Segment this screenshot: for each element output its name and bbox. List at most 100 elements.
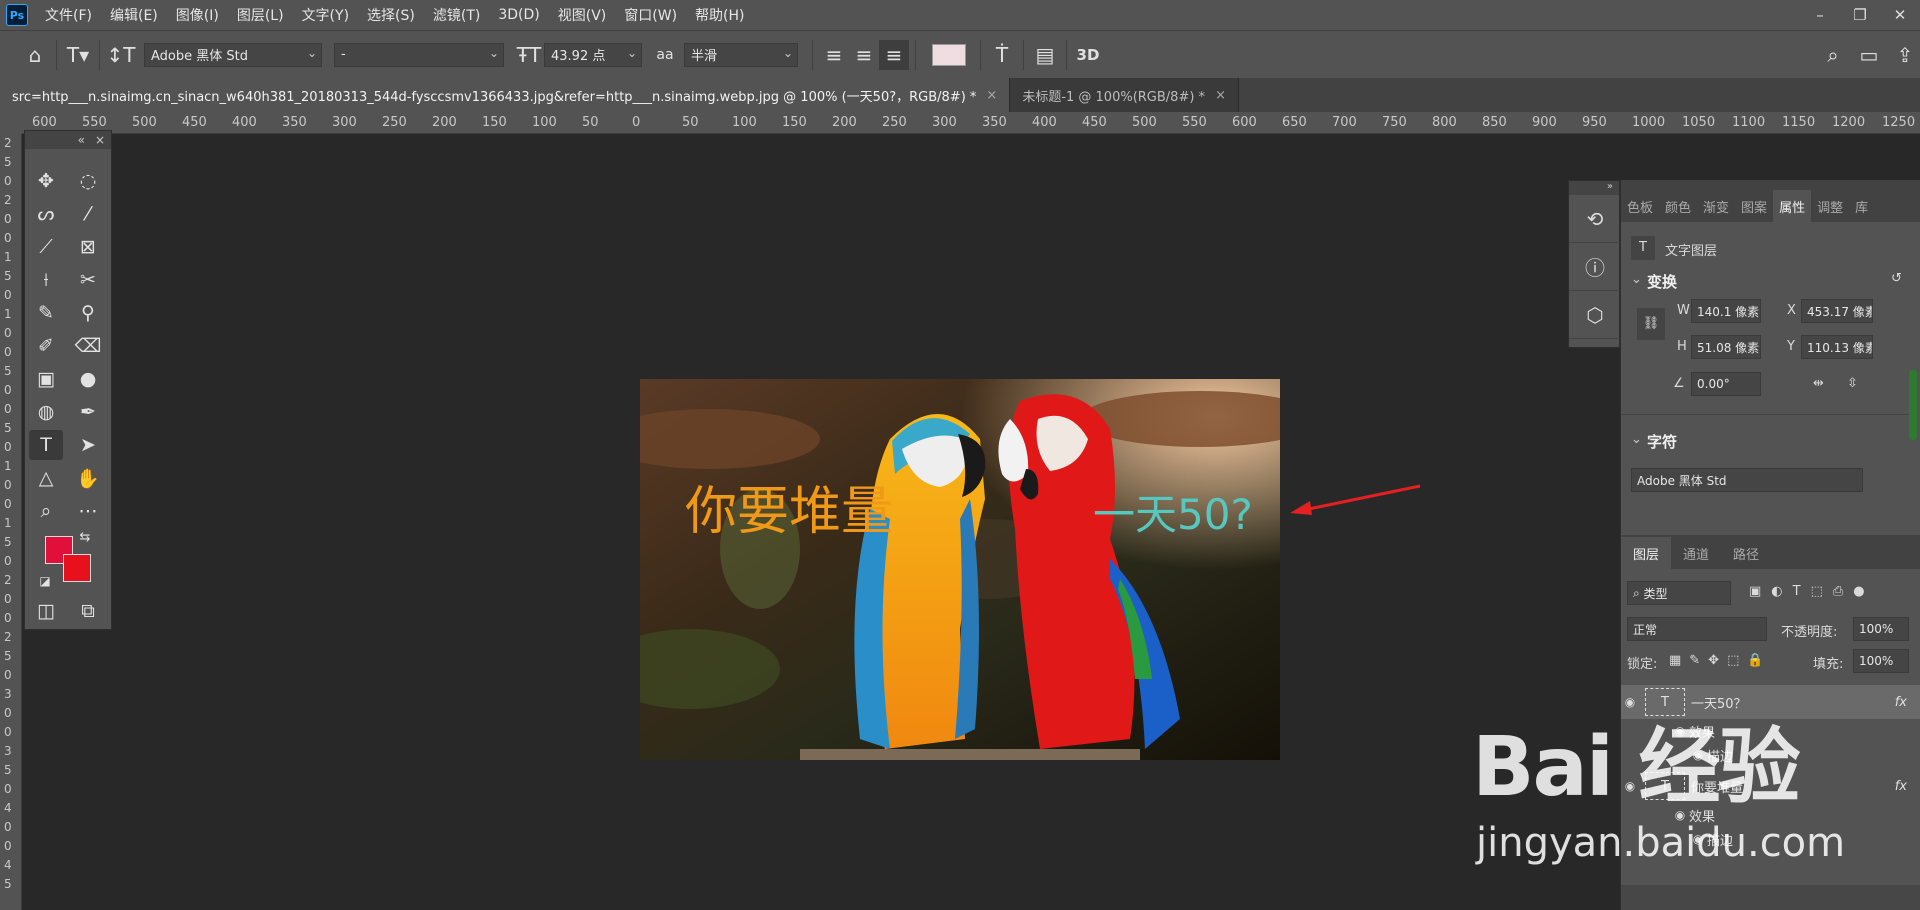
menu-window[interactable]: 窗口(W) [624, 5, 677, 25]
close-button[interactable]: ✕ [1880, 0, 1920, 30]
frame-tool-icon[interactable]: ⊠ [71, 232, 105, 262]
canvas-image[interactable]: 你要堆量 一天50? [640, 379, 1280, 760]
menu-filter[interactable]: 滤镜(T) [433, 5, 480, 25]
more-tools-icon[interactable]: ⋯ [71, 496, 105, 526]
character-panel-icon[interactable]: ▤ [1030, 40, 1060, 70]
dock-collapse-icon[interactable]: » [1569, 181, 1619, 195]
height-input[interactable]: 51.08 像素 [1691, 335, 1761, 359]
background-color[interactable] [63, 554, 91, 582]
angle-input[interactable]: 0.00° [1691, 372, 1761, 396]
3d-panel-icon[interactable]: ⬡ [1569, 291, 1621, 339]
zoom-tool-icon[interactable]: ⌕ [29, 496, 63, 526]
minimize-button[interactable]: – [1800, 0, 1840, 30]
font-family-select[interactable]: Adobe 黑体 Std ⌄ [144, 42, 322, 67]
tab-libraries[interactable]: 库 [1849, 190, 1874, 222]
align-left-icon[interactable]: ≡ [819, 40, 849, 70]
default-colors-icon[interactable]: ◪ [35, 571, 55, 591]
lock-icons[interactable]: ▦✎✥⬚🔒 [1669, 653, 1772, 668]
canvas-text-layer-a[interactable]: 你要堆量 [685, 482, 893, 542]
magic-wand-tool-icon[interactable]: ⁄ [71, 199, 105, 229]
text-orientation-icon[interactable]: ↕T [106, 40, 136, 70]
menu-file[interactable]: 文件(F) [45, 5, 92, 25]
menu-image[interactable]: 图像(I) [176, 5, 219, 25]
font-style-select[interactable]: - ⌄ [334, 42, 504, 67]
fx-icon[interactable]: fx [1895, 695, 1907, 710]
hand-tool-icon[interactable]: ✋ [71, 463, 105, 493]
close-icon[interactable]: × [95, 133, 105, 147]
menu-type[interactable]: 文字(Y) [302, 5, 349, 25]
healing-tool-icon[interactable]: ✂ [71, 265, 105, 295]
tab-layers[interactable]: 图层 [1621, 537, 1672, 569]
scrollbar[interactable] [1909, 370, 1917, 440]
tab-color[interactable]: 颜色 [1659, 190, 1697, 222]
canvas-text-layer-b[interactable]: 一天50? [1093, 490, 1253, 539]
close-tab-icon[interactable]: × [1215, 88, 1226, 103]
tab-paths[interactable]: 路径 [1721, 537, 1771, 569]
text-tool-preset-icon[interactable]: T▾ [63, 40, 93, 70]
gradient-tool-icon[interactable]: ▣ [29, 364, 63, 394]
chevron-down-icon[interactable]: ⌄ [1631, 272, 1642, 287]
align-right-icon[interactable]: ≡ [879, 39, 909, 70]
layer-filter-select[interactable]: ⌕ 类型 [1627, 581, 1731, 605]
warp-text-icon[interactable]: Ṫ [987, 40, 1017, 70]
workspace-icon[interactable]: ▭ [1854, 40, 1884, 70]
menu-3d[interactable]: 3D(D) [498, 7, 539, 23]
swap-colors-icon[interactable]: ⇆ [75, 527, 95, 547]
menu-view[interactable]: 视图(V) [558, 5, 607, 25]
tab-document-1[interactable]: src=http___n.sinaimg.cn_sinacn_w640h381_… [0, 78, 1011, 112]
align-center-icon[interactable]: ≡ [849, 40, 879, 70]
stamp-tool-icon[interactable]: ⚲ [71, 298, 105, 328]
tab-swatches[interactable]: 色板 [1621, 190, 1659, 222]
layer-filter-icons[interactable]: ▣◐T⬚⎙● [1749, 584, 1875, 599]
reset-transform-icon[interactable]: ↺ [1891, 271, 1902, 286]
move-tool-icon[interactable]: ✥ [29, 166, 63, 196]
history-brush-tool-icon[interactable]: ✐ [29, 331, 63, 361]
quick-mask-icon[interactable]: ◫ [29, 596, 63, 626]
character-font-select[interactable]: Adobe 黑体 Std [1631, 468, 1863, 492]
link-icon[interactable]: ⛓ [1637, 308, 1665, 340]
blend-mode-select[interactable]: 正常 [1627, 617, 1767, 641]
home-icon[interactable]: ⌂ [20, 40, 50, 70]
share-icon[interactable]: ⇪ [1890, 40, 1920, 70]
width-input[interactable]: 140.1 像素 [1691, 299, 1761, 323]
history-panel-icon[interactable]: ⟲ [1569, 195, 1621, 243]
tab-adjustments[interactable]: 调整 [1811, 190, 1849, 222]
tab-properties[interactable]: 属性 [1773, 190, 1812, 222]
font-size-input[interactable]: 43.92 点 ⌄ [544, 42, 642, 67]
menu-layer[interactable]: 图层(L) [237, 5, 284, 25]
blur-tool-icon[interactable]: ● [71, 364, 105, 394]
antialias-select[interactable]: 半滑 ⌄ [684, 42, 798, 67]
eyedropper-tool-icon[interactable]: ⟊ [29, 265, 63, 295]
tab-channels[interactable]: 通道 [1671, 537, 1721, 569]
lasso-tool-icon[interactable]: ᔕ [29, 199, 63, 229]
eraser-tool-icon[interactable]: ⌫ [71, 331, 105, 361]
tab-gradients[interactable]: 渐变 [1697, 190, 1735, 222]
flip-vertical-icon[interactable]: ⇳ [1847, 376, 1858, 391]
info-panel-icon[interactable]: ⓘ [1569, 243, 1621, 291]
text-color-swatch[interactable] [932, 43, 966, 66]
3d-icon[interactable]: 3D [1073, 40, 1103, 70]
dodge-tool-icon[interactable]: ◍ [29, 397, 63, 427]
menu-edit[interactable]: 编辑(E) [110, 5, 158, 25]
shape-tool-icon[interactable]: △ [29, 463, 63, 493]
path-selection-tool-icon[interactable]: ➤ [71, 430, 105, 460]
type-tool-icon[interactable]: T [29, 430, 63, 460]
close-tab-icon[interactable]: × [986, 88, 997, 103]
menu-help[interactable]: 帮助(H) [695, 5, 744, 25]
chevron-down-icon[interactable]: ⌄ [1631, 432, 1642, 447]
opacity-input[interactable]: 100% [1853, 617, 1909, 641]
flip-horizontal-icon[interactable]: ⇹ [1813, 376, 1824, 391]
menu-select[interactable]: 选择(S) [367, 5, 415, 25]
screen-mode-icon[interactable]: ⧉ [71, 596, 105, 626]
collapse-icon[interactable]: « [78, 133, 85, 147]
tab-patterns[interactable]: 图案 [1735, 190, 1773, 222]
brush-tool-icon[interactable]: ✎ [29, 298, 63, 328]
x-input[interactable]: 453.17 像素 [1801, 299, 1873, 323]
search-icon[interactable]: ⌕ [1818, 40, 1848, 70]
tab-document-2[interactable]: 未标题-1 @ 100%(RGB/8#) * × [1010, 78, 1239, 112]
fill-input[interactable]: 100% [1853, 649, 1909, 673]
y-input[interactable]: 110.13 像素 [1801, 335, 1873, 359]
fx-icon[interactable]: fx [1895, 779, 1907, 794]
crop-tool-icon[interactable]: ⟋ [29, 232, 63, 262]
restore-button[interactable]: ❐ [1840, 0, 1880, 30]
